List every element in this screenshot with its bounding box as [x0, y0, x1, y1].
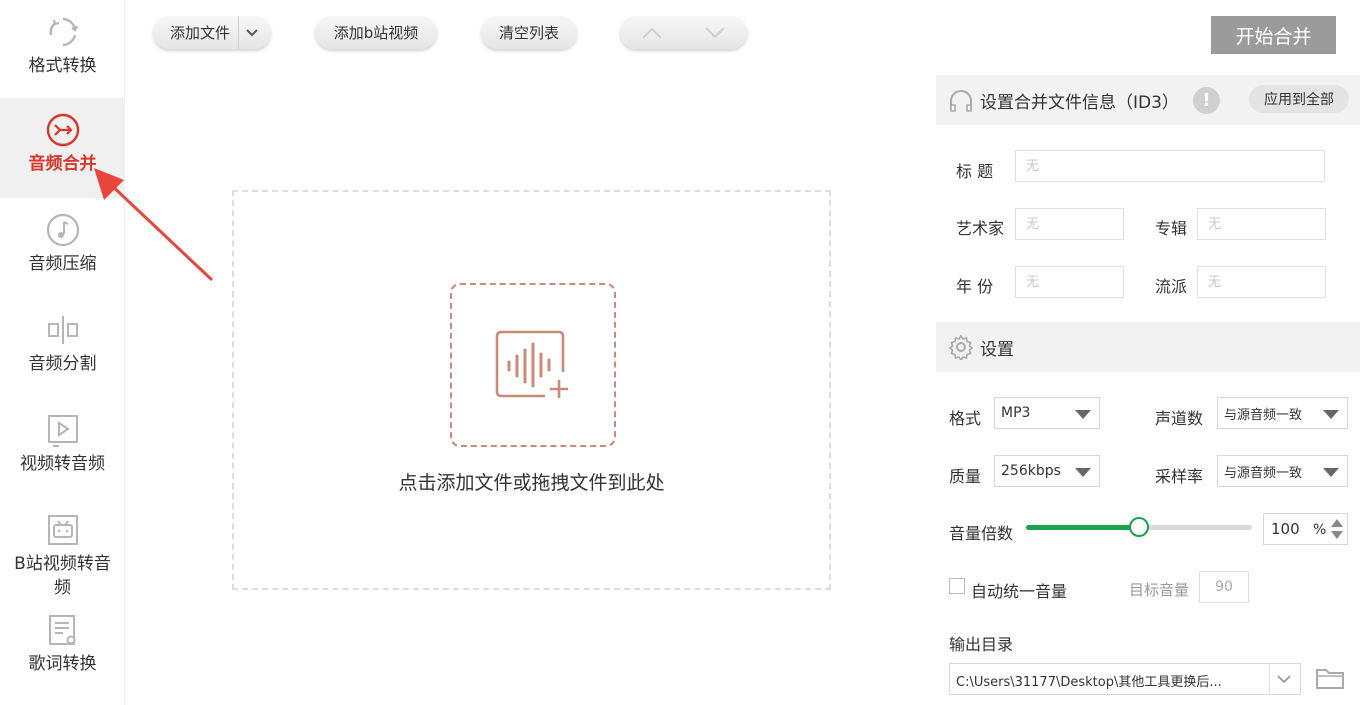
channels-label: 声道数 — [1155, 409, 1204, 428]
id3-section-title: 设置合并文件信息（ID3） — [980, 92, 1179, 113]
select-divider — [1269, 664, 1270, 694]
sidebar: 格式转换 音频合并 音频压缩 音频分割 视频转音频 B站视频转音频 歌词转换 — [0, 0, 125, 705]
clear-list-button[interactable]: 清空列表 — [481, 16, 577, 49]
id3-section-header: 设置合并文件信息（ID3） ! 应用到全部 — [936, 75, 1360, 125]
volume-stepper[interactable]: 100 % — [1263, 513, 1348, 545]
video-play-icon — [45, 412, 81, 448]
year-input[interactable] — [1015, 266, 1124, 298]
sidebar-item-label: 格式转换 — [28, 56, 97, 76]
merge-icon — [45, 112, 81, 148]
sidebar-item-audio-split[interactable]: 音频分割 — [0, 298, 125, 398]
quality-label: 质量 — [949, 467, 982, 486]
move-order-group — [620, 16, 747, 49]
folder-icon[interactable] — [1315, 665, 1345, 691]
year-label: 年 份 — [956, 277, 994, 296]
target-volume-input[interactable]: 90 — [1199, 571, 1249, 603]
volume-value: 100 — [1271, 520, 1300, 538]
artist-label: 艺术家 — [956, 219, 1005, 238]
volume-unit: % — [1313, 522, 1327, 538]
volume-slider-thumb[interactable] — [1129, 517, 1149, 537]
add-file-label: 添加文件 — [170, 24, 231, 42]
button-divider — [238, 16, 240, 49]
title-label: 标 题 — [956, 162, 994, 181]
sidebar-item-label: 视频转音频 — [20, 454, 105, 474]
output-dir-path: C:\Users\31177\Desktop\其他工具更换后... — [956, 675, 1222, 690]
add-file-target[interactable] — [450, 283, 616, 447]
quality-select[interactable]: 256kbps — [994, 455, 1100, 487]
dropdown-caret-icon — [1075, 468, 1091, 477]
stepper-up-icon[interactable] — [1331, 519, 1343, 527]
refresh-icon — [45, 14, 81, 50]
file-drop-zone[interactable]: 点击添加文件或拖拽文件到此处 — [232, 190, 831, 590]
start-merge-button[interactable]: 开始合并 — [1211, 16, 1336, 54]
sidebar-item-label: 音频分割 — [28, 354, 97, 374]
output-dir-select[interactable]: C:\Users\31177\Desktop\其他工具更换后... — [949, 663, 1301, 695]
headphones-icon — [948, 88, 974, 112]
music-note-icon — [45, 212, 81, 248]
channels-select[interactable]: 与源音频一致 — [1217, 397, 1348, 429]
volume-slider-fill — [1026, 525, 1139, 530]
drop-hint-text: 点击添加文件或拖拽文件到此处 — [398, 472, 665, 494]
volume-slider[interactable] — [1026, 517, 1252, 537]
settings-section-title: 设置 — [980, 339, 1014, 360]
info-alert-icon[interactable]: ! — [1192, 86, 1220, 114]
gear-icon — [948, 334, 974, 360]
chevron-down-icon[interactable] — [245, 28, 259, 38]
channels-value: 与源音频一致 — [1224, 407, 1303, 423]
quality-value: 256kbps — [1001, 463, 1061, 479]
apply-to-all-button[interactable]: 应用到全部 — [1249, 85, 1349, 113]
genre-label: 流派 — [1155, 277, 1188, 296]
add-audio-icon — [493, 328, 573, 402]
lyrics-file-icon — [45, 612, 81, 648]
album-input[interactable] — [1197, 208, 1326, 240]
dropdown-caret-icon — [1323, 468, 1339, 477]
stepper-down-icon[interactable] — [1331, 531, 1343, 539]
settings-section-header: 设置 — [936, 322, 1360, 372]
artist-input[interactable] — [1015, 208, 1124, 240]
output-dir-label: 输出目录 — [949, 635, 1014, 654]
samplerate-select[interactable]: 与源音频一致 — [1217, 455, 1348, 487]
sidebar-item-bilibili-to-audio[interactable]: B站视频转音频 — [0, 498, 125, 610]
target-volume-label: 目标音量 — [1129, 581, 1190, 599]
samplerate-label: 采样率 — [1155, 467, 1204, 486]
format-label: 格式 — [949, 409, 982, 428]
add-bilibili-video-button[interactable]: 添加b站视频 — [315, 16, 437, 49]
samplerate-value: 与源音频一致 — [1224, 465, 1303, 481]
album-label: 专辑 — [1155, 219, 1188, 238]
chevron-down-icon[interactable] — [1276, 674, 1292, 684]
auto-volume-label: 自动统一音量 — [971, 582, 1068, 601]
bilibili-tv-icon — [45, 512, 81, 548]
move-down-icon[interactable] — [704, 26, 726, 40]
auto-volume-checkbox[interactable] — [949, 578, 965, 594]
sidebar-item-label: 歌词转换 — [28, 654, 97, 674]
add-file-button[interactable]: 添加文件 — [153, 16, 271, 49]
move-up-icon[interactable] — [641, 26, 663, 40]
dropdown-caret-icon — [1075, 410, 1091, 419]
genre-input[interactable] — [1197, 266, 1326, 298]
annotation-arrow-icon — [94, 168, 214, 282]
dropdown-caret-icon — [1323, 410, 1339, 419]
sidebar-item-label: B站视频转音频 — [14, 554, 111, 598]
format-select[interactable]: MP3 — [994, 397, 1100, 429]
split-icon — [45, 312, 81, 348]
sidebar-item-lyrics-convert[interactable]: 歌词转换 — [0, 598, 125, 698]
title-input[interactable] — [1015, 150, 1325, 182]
format-value: MP3 — [1001, 405, 1031, 421]
volume-label: 音量倍数 — [949, 524, 1014, 543]
sidebar-item-format-convert[interactable]: 格式转换 — [0, 0, 125, 100]
sidebar-item-video-to-audio[interactable]: 视频转音频 — [0, 398, 125, 498]
